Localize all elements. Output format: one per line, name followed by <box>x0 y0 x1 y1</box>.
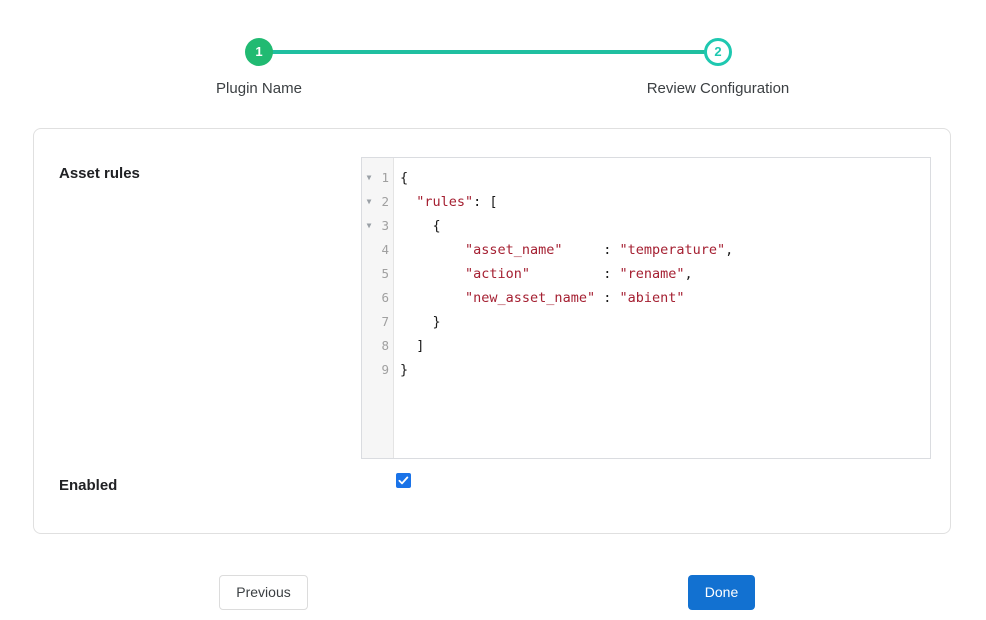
json-punctuation-token <box>400 242 465 258</box>
line-number-text: 7 <box>381 314 389 329</box>
configuration-card: Asset rules ▼ 1 ▼ 2 ▼ 3 4 5 6 7 8 9 { "rules": [ { … <box>33 128 951 534</box>
json-punctuation-token: { <box>400 218 441 234</box>
json-punctuation-token: { <box>400 170 409 186</box>
editor-line-number: 7 <box>362 310 393 334</box>
editor-line-number: 6 <box>362 286 393 310</box>
editor-line-number: 5 <box>362 262 393 286</box>
fold-triangle-icon[interactable]: ▼ <box>364 166 374 190</box>
line-number-text: 4 <box>381 242 389 257</box>
editor-line-number: ▼ 1 <box>362 166 393 190</box>
fold-triangle-icon[interactable]: ▼ <box>364 214 374 238</box>
previous-button[interactable]: Previous <box>219 575 308 610</box>
json-string-token: "temperature" <box>619 242 726 258</box>
stepper-step-2-label: Review Configuration <box>646 80 790 97</box>
stepper-step-1-label: Plugin Name <box>216 80 302 97</box>
editor-code-line: "action" : "rename", <box>400 262 930 286</box>
line-number-text: 1 <box>381 170 389 185</box>
stepper-step-2-circle[interactable]: 2 <box>704 38 732 66</box>
editor-code-line: "asset_name" : "temperature", <box>400 238 930 262</box>
stepper-step-1-circle[interactable]: 1 <box>245 38 273 66</box>
line-number-text: 2 <box>381 194 389 209</box>
editor-code-area[interactable]: { "rules": [ { "asset_name" : "temperatu… <box>394 158 930 458</box>
editor-gutter: ▼ 1 ▼ 2 ▼ 3 4 5 6 7 8 9 <box>362 158 394 458</box>
json-string-token: "rename" <box>619 266 685 282</box>
done-button[interactable]: Done <box>688 575 755 610</box>
editor-code-line: ] <box>400 334 930 358</box>
editor-line-number: ▼ 3 <box>362 214 393 238</box>
json-punctuation-token: , <box>684 266 693 282</box>
json-punctuation-token <box>400 290 465 306</box>
json-punctuation-token: ] <box>400 338 425 354</box>
editor-code-line: } <box>400 310 930 334</box>
json-punctuation-token: : [ <box>473 194 498 210</box>
asset-rules-code-editor[interactable]: ▼ 1 ▼ 2 ▼ 3 4 5 6 7 8 9 { "rules": [ { "asset_name"… <box>361 157 931 459</box>
json-punctuation-token <box>400 266 465 282</box>
json-string-token: "action" <box>465 266 531 282</box>
wizard-stepper: 1 Plugin Name 2 Review Configuration <box>0 0 986 110</box>
editor-code-line: "new_asset_name" : "abient" <box>400 286 930 310</box>
json-punctuation-token: } <box>400 314 441 330</box>
line-number-text: 9 <box>381 362 389 377</box>
line-number-text: 5 <box>381 266 389 281</box>
editor-line-number: 4 <box>362 238 393 262</box>
fold-triangle-icon[interactable]: ▼ <box>364 190 374 214</box>
wizard-footer: Previous Done <box>0 555 986 620</box>
json-string-token: "asset_name" <box>465 242 563 258</box>
asset-rules-label: Asset rules <box>59 165 140 182</box>
stepper-step-review-configuration[interactable]: 2 Review Configuration <box>618 38 818 97</box>
json-punctuation-token: } <box>400 362 409 378</box>
editor-line-number: 8 <box>362 334 393 358</box>
editor-code-line: { <box>400 166 930 190</box>
editor-code-line: "rules": [ <box>400 190 930 214</box>
line-number-text: 3 <box>381 218 389 233</box>
checkmark-icon <box>398 476 409 485</box>
json-string-token: "abient" <box>619 290 685 306</box>
json-punctuation-token: : <box>530 266 620 282</box>
json-string-token: "new_asset_name" <box>465 290 596 306</box>
editor-line-number: 9 <box>362 358 393 382</box>
line-number-text: 8 <box>381 338 389 353</box>
enabled-label: Enabled <box>59 477 118 494</box>
stepper-step-plugin-name[interactable]: 1 Plugin Name <box>159 38 359 97</box>
json-punctuation-token: : <box>562 242 620 258</box>
enabled-checkbox[interactable] <box>396 473 411 488</box>
json-punctuation-token: , <box>725 242 734 258</box>
json-punctuation-token: : <box>595 290 620 306</box>
json-string-token: "rules" <box>416 194 474 210</box>
editor-code-line: { <box>400 214 930 238</box>
editor-code-line: } <box>400 358 930 382</box>
json-punctuation-token <box>400 194 416 210</box>
line-number-text: 6 <box>381 290 389 305</box>
editor-line-number: ▼ 2 <box>362 190 393 214</box>
